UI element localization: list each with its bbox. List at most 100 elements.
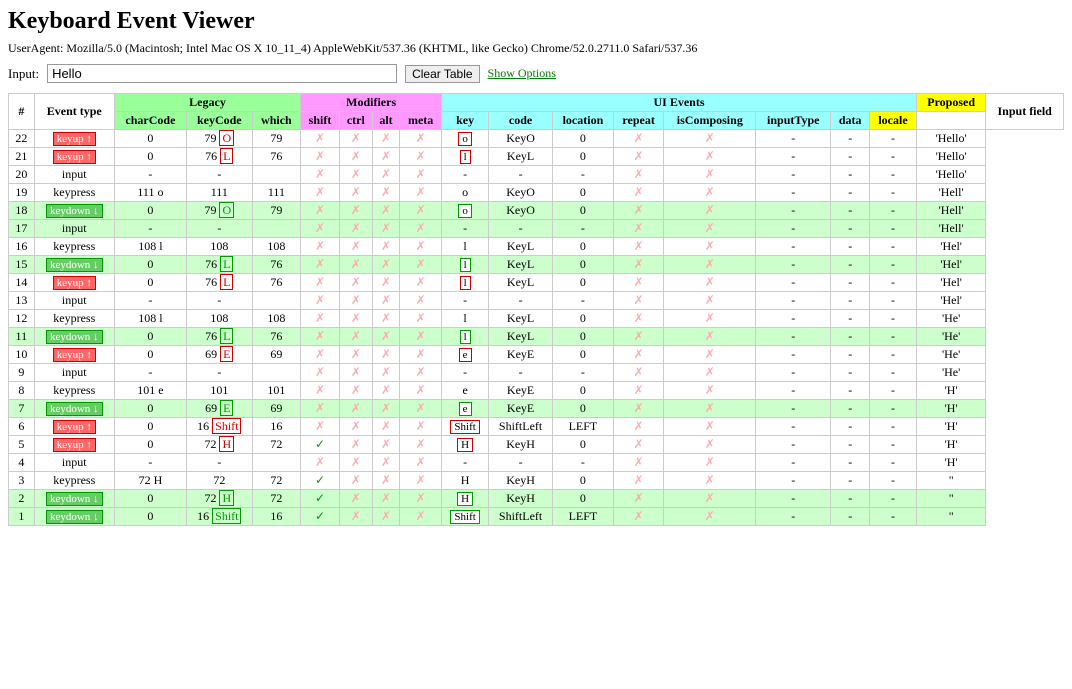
cell-iscomposing: ✗ — [664, 310, 756, 328]
cell-location: - — [553, 166, 614, 184]
col-iscomposing: isComposing — [664, 112, 756, 130]
cross-icon: ✗ — [705, 131, 715, 145]
cross-icon: ✗ — [705, 149, 715, 163]
cell-repeat: ✗ — [613, 274, 664, 292]
cell-locale: - — [870, 490, 917, 508]
cell-input-field: 'Hel' — [916, 256, 985, 274]
cell-inputtype: - — [756, 364, 831, 382]
keycode-box: L — [220, 256, 233, 272]
cell-num: 15 — [9, 256, 35, 274]
cell-which: 76 — [252, 274, 301, 292]
cross-icon: ✗ — [315, 149, 325, 163]
cross-icon: ✗ — [705, 167, 715, 181]
cell-code: KeyH — [489, 490, 553, 508]
cell-charcode: 0 — [114, 508, 186, 526]
show-options-link[interactable]: Show Options — [488, 66, 556, 81]
cross-icon: ✗ — [351, 437, 361, 451]
cell-location: - — [553, 292, 614, 310]
group-modifiers: Modifiers — [301, 94, 442, 112]
cross-icon: ✗ — [634, 347, 644, 361]
cross-icon: ✗ — [351, 185, 361, 199]
clear-table-button[interactable]: Clear Table — [405, 65, 479, 83]
text-input[interactable] — [47, 64, 397, 83]
cell-input-field: 'Hello' — [916, 148, 985, 166]
event-type-badge: keydown ↓ — [46, 492, 103, 506]
cell-data: - — [831, 130, 870, 148]
event-type-badge: keyup ↑ — [53, 420, 96, 434]
cross-icon: ✗ — [634, 437, 644, 451]
cell-repeat: ✗ — [613, 292, 664, 310]
cell-inputtype: - — [756, 148, 831, 166]
keycode-box: E — [220, 400, 233, 416]
cell-alt: ✗ — [372, 202, 399, 220]
cell-data: - — [831, 256, 870, 274]
cross-icon: ✗ — [634, 221, 644, 235]
cell-repeat: ✗ — [613, 184, 664, 202]
cell-which: 108 — [252, 238, 301, 256]
cell-num: 2 — [9, 490, 35, 508]
cell-meta: ✗ — [400, 400, 442, 418]
cross-icon: ✗ — [705, 257, 715, 271]
cross-icon: ✗ — [315, 293, 325, 307]
cell-keycode: 16 Shift — [187, 418, 253, 436]
cell-input-field: 'Hell' — [916, 184, 985, 202]
cell-charcode: 0 — [114, 130, 186, 148]
cell-input-field: 'He' — [916, 328, 985, 346]
cross-icon: ✗ — [416, 221, 426, 235]
cell-shift: ✗ — [301, 238, 340, 256]
cell-charcode: - — [114, 166, 186, 184]
cell-code: KeyL — [489, 148, 553, 166]
cell-locale: - — [870, 418, 917, 436]
cell-location: 0 — [553, 130, 614, 148]
col-code: code — [489, 112, 553, 130]
cross-icon: ✗ — [705, 491, 715, 505]
cell-alt: ✗ — [372, 400, 399, 418]
cell-meta: ✗ — [400, 220, 442, 238]
col-which: which — [252, 112, 301, 130]
cell-iscomposing: ✗ — [664, 472, 756, 490]
cell-which — [252, 454, 301, 472]
cell-locale: - — [870, 310, 917, 328]
cross-icon: ✗ — [315, 401, 325, 415]
cell-num: 21 — [9, 148, 35, 166]
cell-num: 12 — [9, 310, 35, 328]
cell-meta: ✗ — [400, 508, 442, 526]
cell-key: l — [442, 328, 489, 346]
cross-icon: ✗ — [315, 221, 325, 235]
cell-data: - — [831, 508, 870, 526]
cell-input-field: 'Hell' — [916, 202, 985, 220]
page-title: Keyboard Event Viewer — [8, 8, 1064, 35]
cell-num: 13 — [9, 292, 35, 310]
key-badge: l — [460, 258, 471, 272]
cell-inputtype: - — [756, 184, 831, 202]
cross-icon: ✗ — [705, 509, 715, 523]
cross-icon: ✗ — [705, 455, 715, 469]
cell-shift: ✗ — [301, 256, 340, 274]
table-row: 19keypress111 o111111✗✗✗✗oKeyO0✗✗---'Hel… — [9, 184, 1064, 202]
cross-icon: ✗ — [416, 311, 426, 325]
cell-num: 4 — [9, 454, 35, 472]
cell-type: keypress — [34, 184, 114, 202]
cell-input-field: 'Hello' — [916, 166, 985, 184]
cell-repeat: ✗ — [613, 148, 664, 166]
cell-inputtype: - — [756, 202, 831, 220]
cell-code: KeyE — [489, 400, 553, 418]
events-table: # Event type Legacy Modifiers UI Events … — [8, 93, 1064, 526]
keycode-box: H — [219, 436, 234, 452]
cell-keycode: - — [187, 292, 253, 310]
cross-icon: ✗ — [351, 149, 361, 163]
cell-locale: - — [870, 238, 917, 256]
cell-repeat: ✗ — [613, 508, 664, 526]
table-row: 7keydown ↓069 E69✗✗✗✗eKeyE0✗✗---'H' — [9, 400, 1064, 418]
cell-key: Shift — [442, 508, 489, 526]
cell-type: keyup ↑ — [34, 436, 114, 454]
cell-data: - — [831, 472, 870, 490]
table-row: 18keydown ↓079 O79✗✗✗✗oKeyO0✗✗---'Hell' — [9, 202, 1064, 220]
cell-repeat: ✗ — [613, 436, 664, 454]
cell-iscomposing: ✗ — [664, 166, 756, 184]
cell-shift: ✗ — [301, 364, 340, 382]
cross-icon: ✗ — [351, 401, 361, 415]
cell-data: - — [831, 418, 870, 436]
cell-code: KeyL — [489, 256, 553, 274]
cell-key: - — [442, 166, 489, 184]
